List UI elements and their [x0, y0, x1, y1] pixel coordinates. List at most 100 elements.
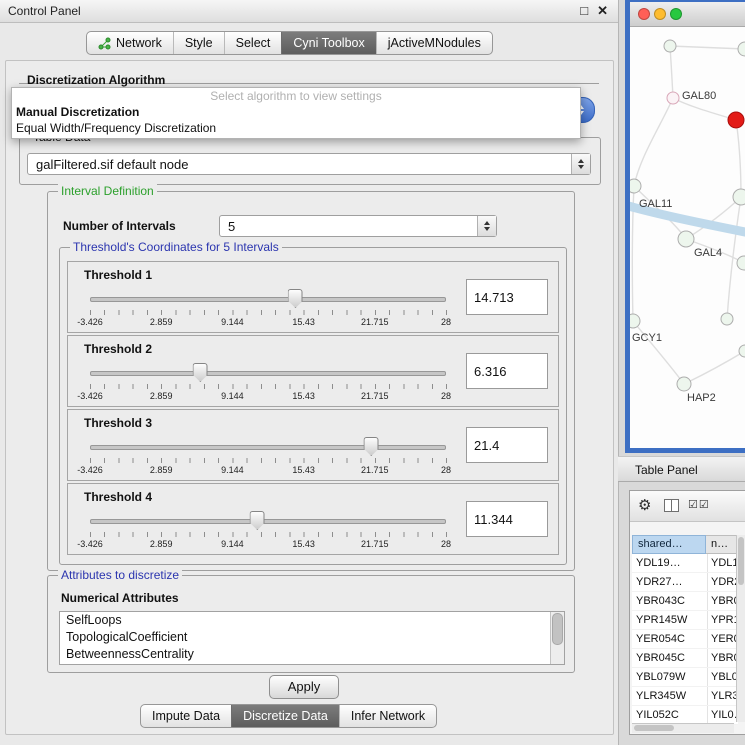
tick-label: 15.43	[292, 465, 315, 475]
threshold-1-slider-thumb[interactable]	[288, 289, 303, 308]
threshold-2-value-field[interactable]: 6.316	[466, 353, 548, 389]
tab-infer-network[interactable]: Infer Network	[339, 705, 436, 727]
threshold-3-slider[interactable]	[90, 436, 446, 456]
slider-groove	[90, 445, 446, 450]
float-window-icon[interactable]: □	[580, 0, 588, 22]
node-label[interactable]: GAL11	[639, 198, 672, 210]
table-row[interactable]: YBR043C YBR0…	[632, 592, 738, 611]
desktop: Control Panel □ ✕ Network Style	[0, 0, 745, 745]
tick-label: 21.715	[361, 317, 389, 327]
tick-label: 15.43	[292, 539, 315, 549]
zoom-traffic-light-icon[interactable]	[670, 8, 682, 20]
tick-label: 21.715	[361, 539, 389, 549]
scrollbar-thumb[interactable]	[634, 725, 674, 731]
table-vertical-scrollbar[interactable]	[736, 535, 745, 722]
table-row[interactable]: YBR045C YBR0…	[632, 649, 738, 668]
table-cell[interactable]: YDL19…	[632, 554, 709, 572]
threshold-4-value-field[interactable]: 11.344	[466, 501, 548, 537]
slider-ticks	[90, 310, 447, 315]
tab-discretize-data[interactable]: Discretize Data	[231, 705, 339, 727]
tab-jactivemodules[interactable]: jActiveMNodules	[376, 32, 492, 54]
threshold-1-slider[interactable]	[90, 288, 446, 308]
tick-label: 15.43	[292, 391, 315, 401]
tab-impute-data[interactable]: Impute Data	[141, 705, 231, 727]
node-label[interactable]: HAP2	[687, 392, 716, 404]
gear-icon[interactable]: ⚙	[638, 496, 651, 514]
network-canvas[interactable]: GAL80 GAL11 GAL4 GCY1 HAP2	[630, 27, 745, 448]
table-cell[interactable]: YER054C	[632, 630, 709, 648]
table-data-combobox[interactable]: galFiltered.sif default node	[27, 153, 591, 175]
table-row[interactable]: YPR145W YPR1…	[632, 611, 738, 630]
threshold-4-slider-thumb[interactable]	[250, 511, 265, 530]
list-item[interactable]: SelfLoops	[60, 612, 564, 629]
table-row[interactable]: YER054C YER0…	[632, 630, 738, 649]
tick-label: 15.43	[292, 317, 315, 327]
table-cell[interactable]: YBR043C	[632, 592, 709, 610]
table-panel-window: ⚙ ☑☑ shared… n… YDL19… YDL1… YDR27… YDR2…	[629, 490, 745, 735]
scrollbar-thumb[interactable]	[552, 613, 563, 645]
threshold-3-slider-thumb[interactable]	[364, 437, 379, 456]
minimize-traffic-light-icon[interactable]	[654, 8, 666, 20]
combo-arrows-icon[interactable]	[571, 154, 590, 174]
node-label[interactable]: GCY1	[632, 332, 662, 344]
tab-network[interactable]: Network	[87, 32, 173, 54]
table-row[interactable]: YDL19… YDL1…	[632, 554, 738, 573]
tick-label: 28	[441, 317, 451, 327]
tab-cyni-toolbox[interactable]: Cyni Toolbox	[281, 32, 375, 54]
tick-label: 2.859	[150, 317, 173, 327]
list-scrollbar[interactable]	[550, 612, 564, 664]
list-item[interactable]: TopologicalCoefficient	[60, 629, 564, 646]
tab-style[interactable]: Style	[173, 32, 224, 54]
threshold-3-panel: Threshold 3 -3.426 2.859 9.144 15.43 21.…	[67, 409, 559, 481]
list-item[interactable]: BetweennessCentrality	[60, 646, 564, 663]
table-panel-title: Table Panel	[635, 463, 698, 477]
table-row[interactable]: YLR345W YLR3…	[632, 687, 738, 706]
node-label[interactable]: GAL80	[682, 90, 716, 102]
threshold-4-slider[interactable]	[90, 510, 446, 530]
tick-label: 28	[441, 465, 451, 475]
numerical-attributes-label: Numerical Attributes	[61, 591, 179, 605]
tab-select[interactable]: Select	[224, 32, 282, 54]
selected-red-node[interactable]	[728, 112, 744, 128]
dropdown-option-equal-width[interactable]: Equal Width/Frequency Discretization	[12, 120, 580, 136]
table-cell[interactable]: YBL079W	[632, 668, 709, 686]
discretization-group-title: Discretization Algorithm	[27, 73, 165, 87]
tab-impute-data-label: Impute Data	[152, 709, 220, 723]
tab-select-label: Select	[236, 36, 271, 50]
table-cell[interactable]: YLR345W	[632, 687, 709, 705]
tick-label: 9.144	[221, 391, 244, 401]
tab-style-label: Style	[185, 36, 213, 50]
combo-arrows-icon[interactable]	[477, 216, 496, 236]
threshold-2-slider[interactable]	[90, 362, 446, 382]
table-cell[interactable]: YDR27…	[632, 573, 709, 591]
number-of-intervals-combobox[interactable]: 5	[219, 215, 497, 237]
dropdown-option-manual-discretization[interactable]: Manual Discretization	[12, 104, 580, 120]
table-horizontal-scrollbar[interactable]	[632, 723, 734, 733]
interval-definition-title: Interval Definition	[58, 184, 157, 198]
close-icon[interactable]: ✕	[597, 0, 608, 22]
columns-icon[interactable]	[664, 499, 679, 512]
table-cell[interactable]: YBR045C	[632, 649, 709, 667]
table-cell[interactable]: YPR145W	[632, 611, 709, 629]
close-traffic-light-icon[interactable]	[638, 8, 650, 20]
table-panel-titlebar: Table Panel	[618, 456, 745, 482]
algorithm-dropdown-popup: Select algorithm to view settings Manual…	[11, 87, 581, 139]
threshold-3-value-field[interactable]: 21.4	[466, 427, 548, 463]
number-of-intervals-value: 5	[228, 216, 235, 236]
tick-label: -3.426	[77, 391, 103, 401]
slider-ticks	[90, 384, 447, 389]
slider-tick-labels: -3.426 2.859 9.144 15.43 21.715 28	[90, 539, 446, 550]
column-header-shared-name[interactable]: shared…	[632, 535, 706, 554]
threshold-1-value-field[interactable]: 14.713	[466, 279, 548, 315]
table-row[interactable]: YDR27… YDR2…	[632, 573, 738, 592]
scrollbar-thumb[interactable]	[738, 537, 744, 585]
node-label[interactable]: GAL4	[694, 247, 722, 259]
cyni-toolbox-panel: Discretization Algorithm Select algorith…	[5, 60, 614, 735]
table-cell[interactable]: YIL052C	[632, 706, 709, 724]
column-header-name[interactable]: n…	[706, 535, 738, 554]
select-all-icon[interactable]: ☑☑	[688, 498, 710, 511]
apply-button[interactable]: Apply	[269, 675, 339, 699]
table-row[interactable]: YBL079W YBL0…	[632, 668, 738, 687]
algorithm-placeholder: Select algorithm to view settings	[12, 88, 580, 104]
threshold-2-slider-thumb[interactable]	[193, 363, 208, 382]
